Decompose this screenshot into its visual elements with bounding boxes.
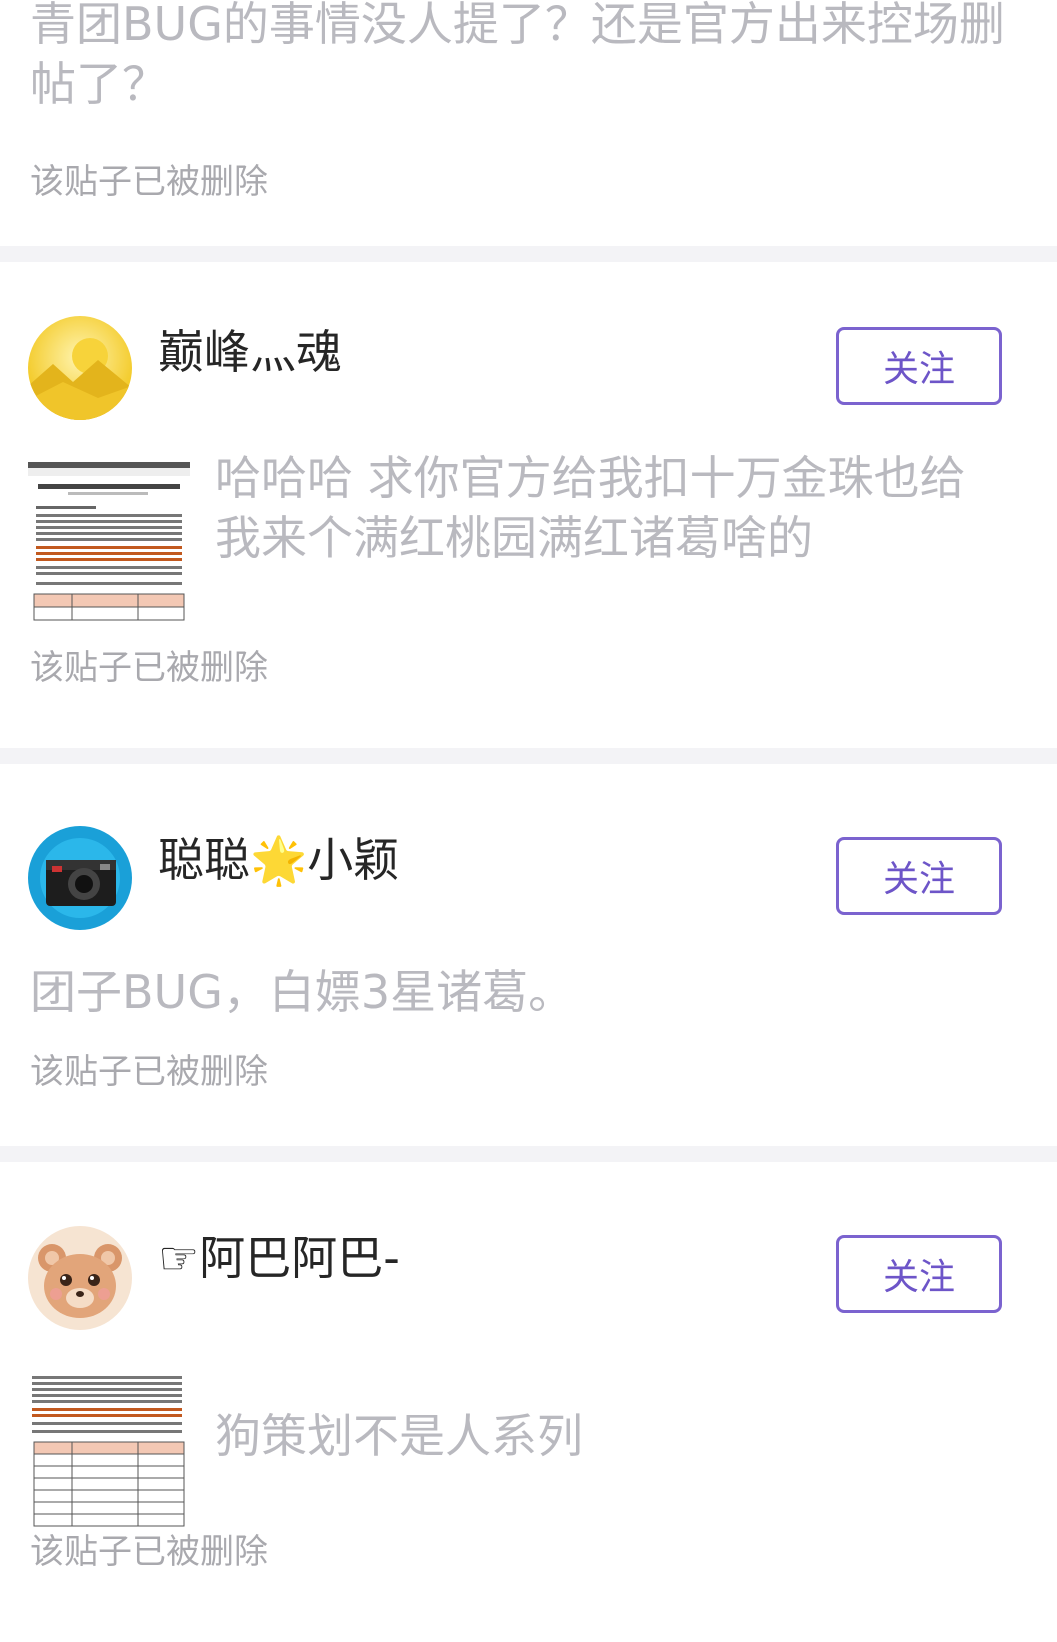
- post-thumbnail[interactable]: [28, 462, 190, 626]
- divider: [0, 246, 1057, 262]
- username-prefix: 聪聪: [158, 833, 250, 887]
- post-card-3[interactable]: 聪聪🌟小颖 关注 团子BUG，白嫖3星诸葛。 该贴子已被删除: [0, 764, 1057, 1146]
- camera-avatar-icon: [28, 826, 132, 930]
- post-title[interactable]: 青团BUG的事情没人提了？还是官方出来控场删帖了？: [30, 0, 1020, 114]
- username[interactable]: 聪聪🌟小颖: [158, 830, 399, 890]
- username-suffix: 小颖: [307, 833, 400, 887]
- user-avatar[interactable]: [28, 1226, 132, 1330]
- bear-avatar-icon: [28, 1226, 132, 1330]
- post-thumbnail[interactable]: [28, 1372, 190, 1536]
- announcement-document-thumbnail-icon: [28, 462, 190, 626]
- deleted-notice: 该贴子已被删除: [30, 1052, 268, 1092]
- user-avatar[interactable]: [28, 826, 132, 930]
- username[interactable]: 巅峰灬魂: [158, 322, 342, 382]
- post-content[interactable]: 哈哈哈 求你官方给我扣十万金珠也给我来个满红桃园满红诸葛啥的: [215, 448, 1005, 568]
- post-card-4[interactable]: ☞阿巴阿巴- 关注 狗策划不是人系列 该贴子已被删除: [0, 1162, 1057, 1642]
- divider: [0, 748, 1057, 764]
- follow-button[interactable]: 关注: [836, 1235, 1002, 1313]
- follow-button[interactable]: 关注: [836, 327, 1002, 405]
- deleted-notice: 该贴子已被删除: [30, 1532, 268, 1572]
- follow-button[interactable]: 关注: [836, 837, 1002, 915]
- user-avatar[interactable]: [28, 316, 132, 420]
- divider: [0, 1146, 1057, 1162]
- desert-sun-avatar-icon: [28, 316, 132, 420]
- star-emoji-icon: 🌟: [250, 833, 308, 887]
- deleted-notice: 该贴子已被删除: [30, 162, 268, 202]
- deleted-notice: 该贴子已被删除: [30, 648, 268, 688]
- post-content[interactable]: 团子BUG，白嫖3星诸葛。: [30, 962, 1020, 1022]
- post-card-1[interactable]: 青团BUG的事情没人提了？还是官方出来控场删帖了？ 该贴子已被删除: [0, 0, 1057, 246]
- ban-list-table-thumbnail-icon: [28, 1372, 190, 1536]
- post-card-2[interactable]: 巅峰灬魂 关注 哈哈哈 求你官方给我扣十万金珠也给我来个满红桃园满红诸葛啥的 该…: [0, 262, 1057, 748]
- post-content[interactable]: 狗策划不是人系列: [215, 1406, 1005, 1466]
- username[interactable]: ☞阿巴阿巴-: [158, 1228, 400, 1288]
